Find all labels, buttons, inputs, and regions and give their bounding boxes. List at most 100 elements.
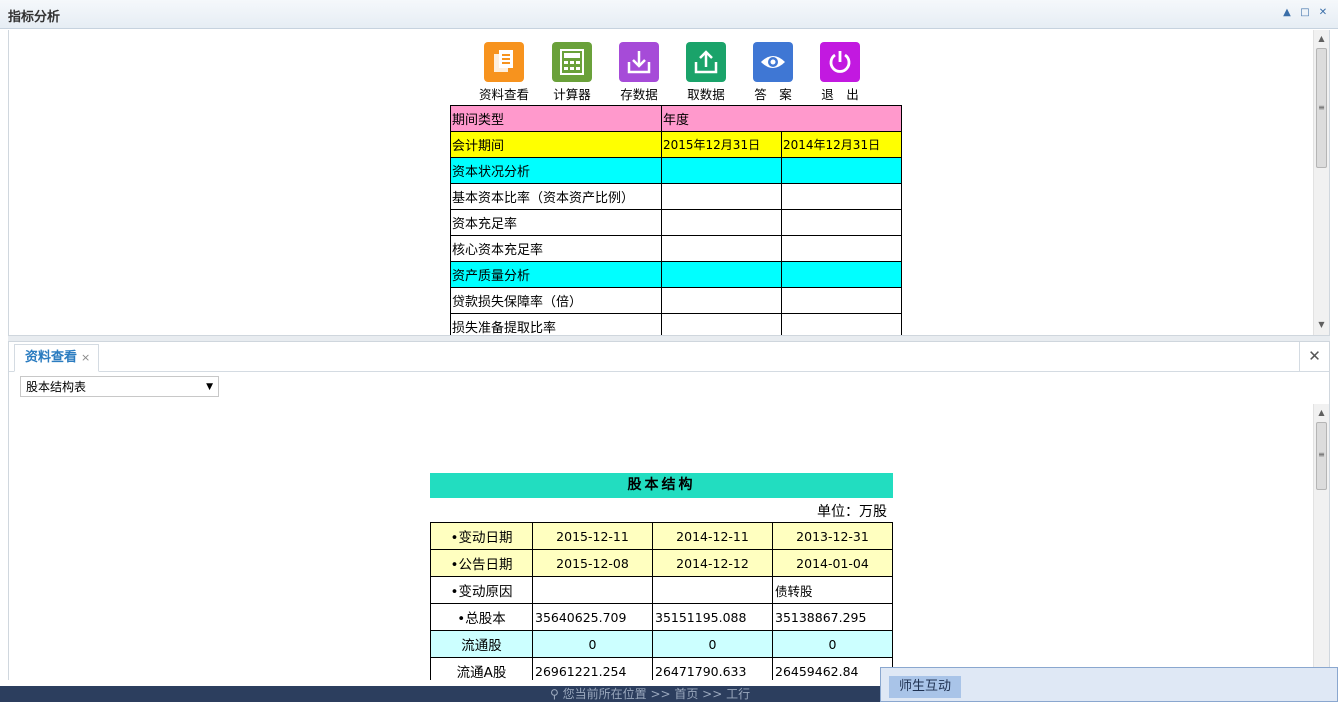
close-icon[interactable]: ✕ — [1317, 7, 1329, 19]
panel-splitter[interactable] — [8, 335, 1330, 342]
row-label: 资本状况分析 — [450, 157, 662, 184]
value-cell: 债转股 — [772, 576, 893, 604]
load-data-label: 取数据 — [687, 87, 725, 102]
tab-close-icon[interactable]: × — [81, 351, 90, 364]
table-row: 核心资本充足率 — [450, 235, 902, 262]
value-cell: 2015-12-08 — [532, 549, 653, 577]
answer-button[interactable]: 答 案 — [743, 42, 803, 103]
value-cell[interactable] — [661, 235, 782, 262]
row-label: •变动日期 — [430, 522, 533, 550]
table-select-dropdown[interactable]: 股本结构表 ▼ — [20, 376, 219, 397]
save-data-label: 存数据 — [620, 87, 658, 102]
period-cell: 2015年12月31日 — [661, 131, 782, 158]
table-row: 资本状况分析 — [450, 157, 902, 184]
accounting-period-row: 会计期间 2015年12月31日 2014年12月31日 — [450, 131, 902, 158]
eye-icon — [753, 42, 793, 82]
table-row: •变动日期 2015-12-11 2014-12-11 2013-12-31 — [430, 522, 893, 550]
value-cell[interactable] — [661, 313, 782, 335]
value-cell: 26961221.254 — [532, 657, 653, 680]
scroll-grip-icon: ≡ — [1318, 103, 1325, 112]
scroll-down-icon[interactable]: ▼ — [1314, 320, 1329, 329]
value-cell[interactable] — [661, 157, 782, 184]
value-cell[interactable] — [781, 209, 902, 236]
calculator-icon — [552, 42, 592, 82]
exit-button[interactable]: 退 出 — [810, 42, 870, 103]
value-cell: 0 — [772, 630, 893, 658]
scroll-up-icon[interactable]: ▲ — [1314, 34, 1329, 43]
load-data-icon — [686, 42, 726, 82]
value-cell[interactable] — [781, 261, 902, 288]
scroll-up-icon[interactable]: ▲ — [1314, 408, 1329, 417]
lower-scrollbar[interactable]: ▲ ≡ — [1313, 404, 1329, 680]
period-cell: 2014年12月31日 — [781, 131, 902, 158]
period-type-value[interactable]: 年度 — [661, 105, 902, 132]
row-label: 流通A股 — [430, 657, 533, 680]
tab-document-view[interactable]: 资料查看 × — [14, 344, 100, 372]
table-row: 贷款损失保障率（倍） — [450, 287, 902, 314]
power-icon — [820, 42, 860, 82]
table-row: 流通A股 26961221.254 26471790.633 26459462.… — [430, 657, 893, 680]
upper-scrollbar[interactable]: ▲ ≡ ▼ — [1313, 30, 1329, 335]
value-cell: 2014-01-04 — [772, 549, 893, 577]
document-view-label: 资料查看 — [478, 87, 529, 102]
value-cell[interactable] — [781, 157, 902, 184]
value-cell[interactable] — [661, 261, 782, 288]
calculator-label: 计算器 — [553, 87, 591, 102]
indicator-table: 期间类型 年度 会计期间 2015年12月31日 2014年12月31日 资本状… — [450, 105, 902, 335]
location-pin-icon: ⚲ — [550, 687, 559, 701]
close-all-tabs-icon[interactable]: ✕ — [1299, 342, 1329, 371]
period-type-row: 期间类型 年度 — [450, 105, 902, 132]
load-data-button[interactable]: 取数据 — [676, 42, 736, 103]
table-row: 流通股 0 0 0 — [430, 630, 893, 658]
row-label: 资本充足率 — [450, 209, 662, 236]
breadcrumb: ⚲ 您当前所在位置 >> 首页 >> 工行 — [550, 686, 750, 702]
breadcrumb-text[interactable]: 您当前所在位置 >> 首页 >> 工行 — [563, 687, 750, 701]
data-view-panel: 资料查看 × ✕ 股本结构表 ▼ 股本结构 单位：万股 •变动日期 2015-12… — [8, 342, 1330, 680]
value-cell[interactable] — [781, 183, 902, 210]
value-cell: 35138867.295 — [772, 603, 893, 631]
value-cell[interactable] — [781, 313, 902, 335]
document-view-button[interactable]: 资料查看 — [474, 42, 534, 103]
value-cell: 2014-12-11 — [652, 522, 773, 550]
value-cell[interactable] — [661, 183, 782, 210]
table-row: 基本资本比率（资本资产比例） — [450, 183, 902, 210]
row-label: 流通股 — [430, 630, 533, 658]
value-cell: 2013-12-31 — [772, 522, 893, 550]
value-cell: 2015-12-11 — [532, 522, 653, 550]
value-cell[interactable] — [661, 287, 782, 314]
chat-tab[interactable]: 师生互动 — [889, 676, 962, 698]
save-data-button[interactable]: 存数据 — [609, 42, 669, 103]
table-row: 资本充足率 — [450, 209, 902, 236]
value-cell — [532, 576, 653, 604]
chat-panel: 师生互动 — [880, 667, 1338, 702]
maximize-icon[interactable]: □ — [1299, 7, 1311, 19]
row-label: 核心资本充足率 — [450, 235, 662, 262]
row-label: 贷款损失保障率（倍） — [450, 287, 662, 314]
scroll-grip-icon: ≡ — [1318, 450, 1325, 459]
row-label: 资产质量分析 — [450, 261, 662, 288]
value-cell[interactable] — [661, 209, 782, 236]
calculator-button[interactable]: 计算器 — [542, 42, 602, 103]
table-row: 资产质量分析 — [450, 261, 902, 288]
collapse-icon[interactable]: ▲ — [1281, 7, 1293, 19]
dropdown-value: 股本结构表 — [26, 380, 87, 394]
tab-bar: 资料查看 × ✕ — [9, 342, 1329, 372]
value-cell: 26471790.633 — [652, 657, 773, 680]
window-title-bar: 指标分析 ▲ □ ✕ — [0, 0, 1338, 29]
structure-title: 股本结构 — [430, 473, 893, 498]
value-cell: 0 — [652, 630, 773, 658]
row-label: 基本资本比率（资本资产比例） — [450, 183, 662, 210]
accounting-period-label: 会计期间 — [450, 131, 662, 158]
save-data-icon — [619, 42, 659, 82]
indicator-panel: 资料查看 计算器 存数据 取数据 答 案 退 出 期间类型 年度 会计期间 20… — [8, 30, 1330, 335]
value-cell[interactable] — [781, 287, 902, 314]
row-label: •公告日期 — [430, 549, 533, 577]
value-cell[interactable] — [781, 235, 902, 262]
period-type-label: 期间类型 — [450, 105, 662, 132]
document-view-icon — [484, 42, 524, 82]
exit-label: 退 出 — [821, 87, 859, 102]
value-cell: 35640625.709 — [532, 603, 653, 631]
row-label: •总股本 — [430, 603, 533, 631]
table-row: •公告日期 2015-12-08 2014-12-12 2014-01-04 — [430, 549, 893, 577]
answer-label: 答 案 — [754, 87, 792, 102]
